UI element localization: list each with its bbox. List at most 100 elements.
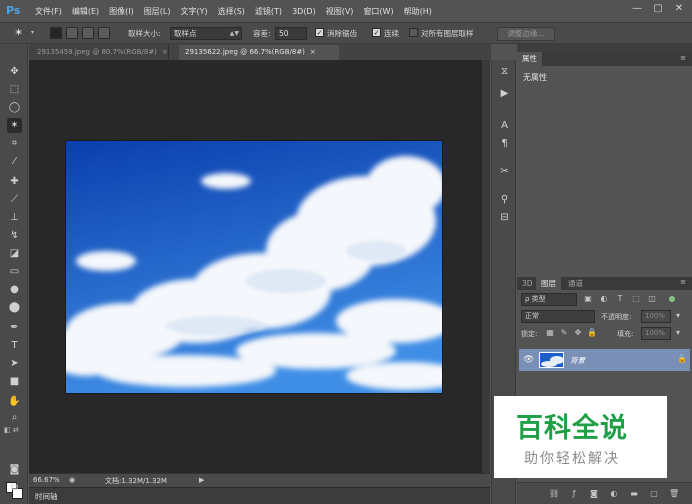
delete-layer-icon[interactable]: 🗑 [669, 489, 679, 499]
add-selection-icon[interactable] [66, 27, 78, 39]
menu-edit[interactable]: 编辑(E) [72, 6, 99, 17]
document-tab-active[interactable]: 29135622.jpeg @ 66.7%(RGB/8#) × [179, 45, 339, 60]
chevron-down-icon[interactable]: ▾ [31, 29, 34, 36]
brush-tool-icon[interactable]: ⟋ [7, 192, 22, 207]
canvas-area[interactable] [29, 60, 482, 473]
lock-all-icon[interactable]: 🔒 [587, 328, 597, 338]
minimize-icon[interactable]: — [630, 2, 644, 16]
panel-menu-icon[interactable]: ≡ [680, 54, 686, 62]
filter-pixel-icon[interactable]: ▣ [583, 294, 593, 304]
panel-menu-icon[interactable]: ≡ [680, 278, 686, 286]
chevron-down-icon[interactable]: ▾ [673, 328, 683, 338]
tab-layers[interactable]: 图层 [536, 277, 561, 291]
new-group-icon[interactable]: ▬ [629, 489, 639, 499]
history-panel-icon[interactable]: ⧖ [497, 64, 512, 79]
marquee-tool-icon[interactable]: ⬚ [7, 82, 22, 97]
history-brush-tool-icon[interactable]: ↯ [7, 228, 22, 243]
type-tool-icon[interactable]: T [7, 338, 22, 353]
new-selection-icon[interactable] [50, 27, 62, 39]
adjustments-panel-icon[interactable]: ⊟ [497, 210, 512, 225]
path-select-tool-icon[interactable]: ➤ [7, 356, 22, 371]
subtract-selection-icon[interactable] [82, 27, 94, 39]
shape-tool-icon[interactable]: ■ [7, 374, 22, 389]
magic-wand-tool-icon[interactable]: ✶ [7, 118, 22, 133]
add-mask-icon[interactable]: ◙ [589, 489, 599, 499]
quick-mask-icon[interactable]: ◙ [7, 462, 22, 477]
blur-tool-icon[interactable]: ● [7, 282, 22, 297]
layer-style-icon[interactable]: ƒ [569, 489, 579, 499]
brush-presets-icon[interactable]: ⚲ [497, 192, 512, 207]
healing-tool-icon[interactable]: ✚ [7, 174, 22, 189]
menu-view[interactable]: 视图(V) [326, 6, 354, 17]
layer-filter-dropdown[interactable]: ρ 类型 [521, 293, 577, 306]
anti-alias-checkbox[interactable]: ✓ [315, 28, 324, 37]
menu-select[interactable]: 选择(S) [218, 6, 245, 17]
menu-help[interactable]: 帮助(H) [404, 6, 432, 17]
refine-edge-button[interactable]: 调整边缘... [497, 27, 555, 41]
lock-pixels-icon[interactable]: ✎ [559, 328, 569, 338]
status-info-icon[interactable]: ◉ [69, 476, 75, 484]
status-menu-arrow-icon[interactable]: ▶ [199, 476, 204, 484]
menu-file[interactable]: 文件(F) [35, 6, 62, 17]
tab-3d[interactable]: 3D [517, 277, 538, 291]
dodge-tool-icon[interactable]: ⬤ [7, 300, 22, 315]
close-tab-icon[interactable]: × [162, 48, 168, 56]
hand-tool-icon[interactable]: ✋ [7, 394, 22, 409]
paragraph-panel-icon[interactable]: ¶ [497, 136, 512, 151]
window-controls: — ▢ ✕ [630, 2, 686, 16]
eraser-tool-icon[interactable]: ◪ [7, 246, 22, 261]
layer-row-background[interactable]: 👁 背景 🔒 [519, 349, 690, 371]
intersect-selection-icon[interactable] [98, 27, 110, 39]
tab-channels[interactable]: 通道 [563, 277, 588, 291]
pen-tool-icon[interactable]: ✒ [7, 320, 22, 335]
character-panel-icon[interactable]: A [497, 118, 512, 133]
sample-all-layers-checkbox[interactable] [409, 28, 418, 37]
filter-adjustment-icon[interactable]: ◐ [599, 294, 609, 304]
restore-icon[interactable]: ▢ [651, 2, 665, 16]
close-icon[interactable]: ✕ [672, 2, 686, 16]
blend-mode-dropdown[interactable]: 正常 [521, 310, 595, 323]
lock-transparent-icon[interactable]: ▦ [545, 328, 555, 338]
link-layers-icon[interactable]: ⛓ [549, 489, 559, 499]
filter-type-icon[interactable]: T [615, 294, 625, 304]
eyedropper-tool-icon[interactable]: ⁄ [7, 154, 22, 169]
actions-panel-icon[interactable]: ▶ [497, 86, 512, 101]
layer-name[interactable]: 背景 [570, 355, 585, 366]
move-tool-icon[interactable]: ✥ [7, 64, 22, 79]
tolerance-input[interactable]: 50 [275, 27, 307, 40]
menu-window[interactable]: 窗口(W) [363, 6, 393, 17]
close-tab-icon[interactable]: × [310, 48, 316, 56]
sample-size-dropdown[interactable]: 取样点 ▲▼ [170, 27, 242, 40]
menu-image[interactable]: 图像(I) [109, 6, 134, 17]
tool-presets-icon[interactable]: ✂ [497, 164, 512, 179]
timeline-label[interactable]: 时间轴 [35, 491, 58, 502]
vertical-scrollbar[interactable] [482, 60, 490, 473]
lasso-tool-icon[interactable]: ◯ [7, 100, 22, 115]
contiguous-checkbox[interactable]: ✓ [372, 28, 381, 37]
menu-layer[interactable]: 图层(L) [144, 6, 171, 17]
opacity-input[interactable]: 100% [641, 310, 671, 323]
chevron-down-icon[interactable]: ▾ [673, 311, 683, 321]
filter-shape-icon[interactable]: ⬚ [631, 294, 641, 304]
gradient-tool-icon[interactable]: ▭ [7, 264, 22, 279]
document-tab[interactable]: 29135459.jpeg @ 80.7%(RGB/8#) × [31, 45, 169, 60]
zoom-tool-icon[interactable]: ⌕ [7, 410, 22, 425]
clone-stamp-tool-icon[interactable]: ⊥ [7, 210, 22, 225]
zoom-level[interactable]: 66.67% [33, 476, 60, 484]
fill-input[interactable]: 100% [641, 327, 671, 340]
filter-smart-icon[interactable]: ◫ [647, 294, 657, 304]
default-colors-icon[interactable]: ◧ ⇄ [4, 426, 19, 434]
menu-type[interactable]: 文字(Y) [180, 6, 207, 17]
document-image[interactable] [65, 140, 443, 394]
magic-wand-preset-icon[interactable]: ✶ [14, 26, 23, 39]
visibility-eye-icon[interactable]: 👁 [523, 355, 534, 365]
lock-position-icon[interactable]: ✥ [573, 328, 583, 338]
menu-filter[interactable]: 滤镜(T) [255, 6, 282, 17]
crop-tool-icon[interactable]: ⌗ [7, 136, 22, 151]
filter-toggle-icon[interactable]: ● [667, 294, 677, 304]
tab-properties[interactable]: 属性 [517, 52, 542, 66]
adjustment-layer-icon[interactable]: ◐ [609, 489, 619, 499]
screen-mode-icon[interactable]: ⧉ [7, 480, 22, 495]
menu-3d[interactable]: 3D(D) [292, 7, 316, 16]
new-layer-icon[interactable]: ▢ [649, 489, 659, 499]
